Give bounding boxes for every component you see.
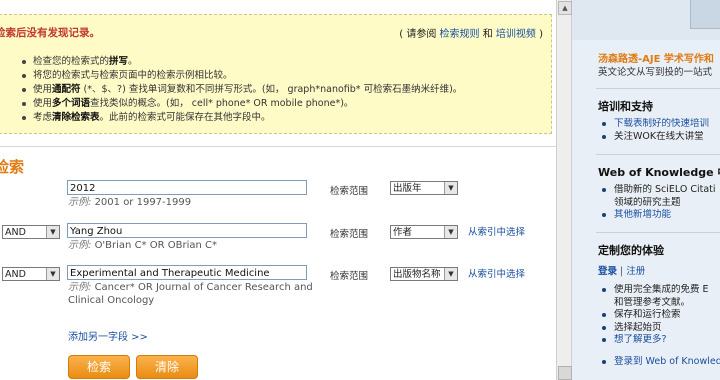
- chevron-down-icon: ▼: [444, 268, 457, 280]
- wok-list: 借助新的 SciELO Citati 领域的研究主题 其他新增功能: [598, 184, 720, 222]
- training-title: 培训和支持: [598, 100, 653, 113]
- scope-label: 检索范围: [330, 229, 369, 240]
- main-content: 检索后没有发现记录。 ( 请参阅 检索规则 和 培训视频 ) 检查您的检索式的拼…: [0, 0, 556, 380]
- promo-title-link[interactable]: 汤森路透-AJE 学术写作和: [598, 50, 714, 65]
- wok-title: Web of Knowledge 中国: [598, 166, 720, 179]
- tips-list: 检查您的检索式的拼写。 将您的检索式与检索页面中的检索示例相比较。 使用通配符 …: [21, 55, 462, 125]
- no-results-notice: 检索后没有发现记录。 ( 请参阅 检索规则 和 培训视频 ) 检查您的检索式的拼…: [0, 14, 552, 134]
- training-item: 关注WOK在线大讲堂: [598, 131, 720, 144]
- scope-select-year[interactable]: 出版年 ▼: [390, 181, 458, 195]
- promo-image: [690, 0, 720, 29]
- wok-item: 借助新的 SciELO Citati: [598, 184, 720, 197]
- add-field-link[interactable]: 添加另一字段 >>: [68, 328, 148, 343]
- login-link[interactable]: 登录: [598, 266, 617, 277]
- scrollbar[interactable]: ▲: [556, 0, 572, 380]
- training-link[interactable]: 下载表制好的快速培训: [598, 118, 720, 131]
- chevron-down-icon: ▼: [444, 226, 457, 238]
- search-input-author[interactable]: Yang Zhou: [67, 223, 307, 238]
- divider: [0, 146, 556, 147]
- divider: [596, 154, 720, 155]
- login-wok-list: 登录到 Web of Knowled: [598, 356, 720, 369]
- scope-select-publication[interactable]: 出版物名称 ▼: [390, 267, 458, 281]
- notice-help: ( 请参阅 检索规则 和 培训视频 ): [399, 25, 543, 40]
- arrow-up-icon[interactable]: ▲: [558, 1, 572, 15]
- customize-item: 使用完全集成的免费 E: [598, 284, 720, 297]
- help-and: 和: [482, 29, 493, 40]
- sidebar: 汤森路透-AJE 学术写作和 英文论文从写到投的一站式 培训和支持 下载表制好的…: [572, 0, 720, 380]
- boolean-operator-select[interactable]: AND ▼: [2, 267, 60, 281]
- training-list: 下载表制好的快速培训 关注WOK在线大讲堂: [598, 118, 720, 143]
- search-rules-link[interactable]: 检索规则: [440, 29, 480, 40]
- login-wok-link[interactable]: 登录到 Web of Knowled: [598, 356, 720, 369]
- search-input-publication[interactable]: Experimental and Therapeutic Medicine: [67, 265, 307, 280]
- login-register: 登录 | 注册: [598, 266, 646, 277]
- example-text: 示例: 2001 or 1997-1999: [68, 197, 192, 208]
- divider: [596, 88, 720, 89]
- help-open: ( 请参阅: [399, 29, 437, 40]
- example-text: 示例: Cancer* OR Journal of Cancer Researc…: [68, 282, 313, 306]
- scope-label: 检索范围: [330, 186, 369, 197]
- search-input-year[interactable]: 2012: [67, 180, 307, 195]
- scroll-thumb[interactable]: [558, 366, 572, 380]
- customize-item-cont: 和管理参考文献。: [614, 296, 691, 308]
- sidebar-header: [572, 0, 720, 40]
- tip-item: 考虑清除检索表。此前的检索式可能保存在其他字段中。: [21, 111, 462, 125]
- chevron-down-icon: ▼: [46, 226, 59, 238]
- tip-item: 使用通配符 (*、$、?) 查找单词复数和不同拼写形式。(如， graph*na…: [21, 83, 462, 97]
- example-text: 示例: O'Brian C* OR OBrian C*: [68, 240, 217, 251]
- scope-select-author[interactable]: 作者 ▼: [390, 225, 458, 239]
- customize-list: 使用完全集成的免费 E 和管理参考文献。 保存和运行检索 选择起始页 想了解更多…: [598, 284, 720, 347]
- new-features-link[interactable]: 其他新增功能: [598, 209, 720, 222]
- register-link[interactable]: 注册: [626, 266, 645, 277]
- customize-title: 定制您的体验: [598, 244, 664, 257]
- customize-item: 保存和运行检索: [598, 309, 720, 322]
- wok-item-cont: 领域的研究主题: [614, 196, 681, 208]
- search-section-title: 检索: [0, 158, 25, 176]
- learn-more-link[interactable]: 想了解更多?: [598, 334, 720, 347]
- help-close: ): [539, 29, 543, 40]
- clear-button[interactable]: 清除: [136, 355, 198, 379]
- tip-item: 检查您的检索式的拼写。: [21, 55, 462, 69]
- chevron-down-icon: ▼: [46, 268, 59, 280]
- notice-title: 检索后没有发现记录。: [0, 27, 100, 39]
- divider: [596, 232, 720, 233]
- select-from-index-link[interactable]: 从索引中选择: [468, 224, 525, 238]
- tip-item: 将您的检索式与检索页面中的检索示例相比较。: [21, 69, 462, 83]
- training-video-link[interactable]: 培训视频: [496, 29, 536, 40]
- customize-item: 选择起始页: [598, 322, 720, 335]
- promo-subtitle: 英文论文从写到投的一站式: [598, 67, 713, 78]
- chevron-down-icon: ▼: [444, 182, 457, 194]
- scope-label: 检索范围: [330, 271, 369, 282]
- search-button[interactable]: 检索: [68, 355, 130, 379]
- boolean-operator-select[interactable]: AND ▼: [2, 225, 60, 239]
- tip-item: 使用多个词语查找类似的概念。(如， cell* phone* OR mobile…: [21, 97, 462, 111]
- select-from-index-link[interactable]: 从索引中选择: [468, 266, 525, 280]
